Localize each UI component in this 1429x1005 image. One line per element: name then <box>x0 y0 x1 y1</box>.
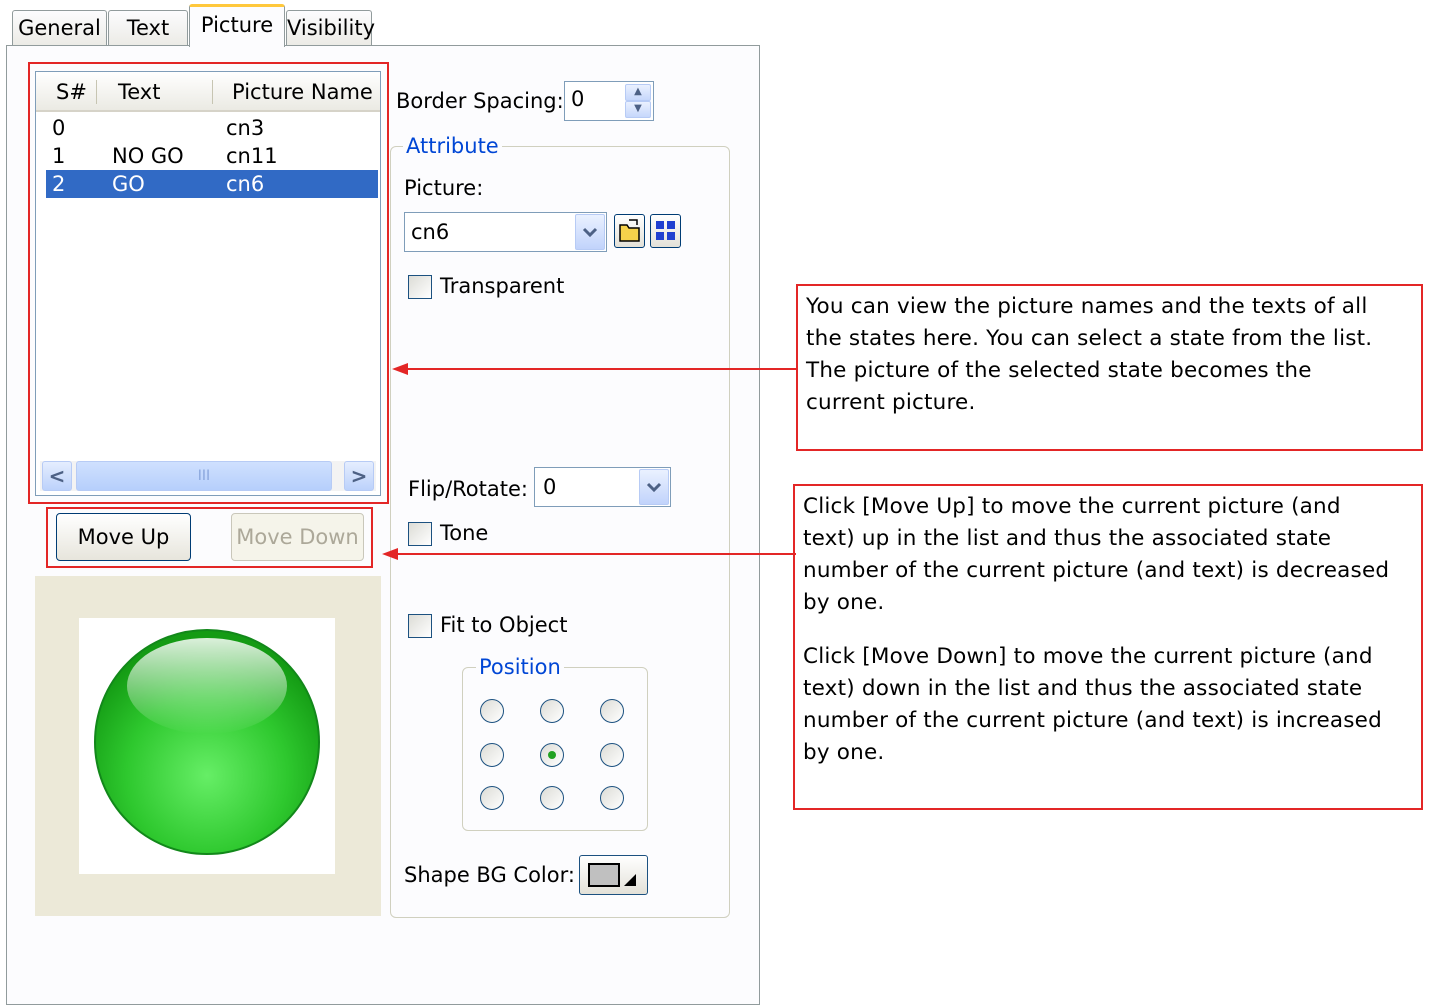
callout-line: by one. <box>803 740 885 765</box>
callout-line: by one. <box>803 590 885 615</box>
transparent-label: Transparent <box>440 274 565 298</box>
list-highlight-box <box>28 62 389 504</box>
position-group-title: Position <box>476 655 564 679</box>
tab-picture[interactable]: Picture <box>189 4 285 47</box>
position-radio-3[interactable] <box>600 699 624 723</box>
callout-line: Click [Move Down] to move the current pi… <box>803 644 1373 669</box>
callout-line: current picture. <box>806 390 976 415</box>
picture-preview <box>35 576 381 916</box>
tab-visibility[interactable]: Visibility <box>286 10 375 45</box>
border-spacing-label: Border Spacing: <box>396 89 564 113</box>
callout-line: the states here. You can select a state … <box>806 326 1373 351</box>
position-radio-8[interactable] <box>540 786 564 810</box>
spin-up-icon[interactable]: ▲ <box>625 84 651 101</box>
callout-line: The picture of the selected state become… <box>806 358 1312 383</box>
arrowhead-icon <box>382 548 398 560</box>
position-radio-1[interactable] <box>480 699 504 723</box>
fit-to-object-checkbox[interactable] <box>408 614 432 638</box>
chevron-down-icon[interactable] <box>575 214 605 250</box>
border-spacing-value[interactable]: 0 <box>571 87 584 111</box>
buttons-highlight-box <box>46 507 373 568</box>
callout-line: Click [Move Up] to move the current pict… <box>803 494 1341 519</box>
callout-arrows <box>382 363 796 560</box>
color-swatch-icon <box>588 863 636 887</box>
spin-down-icon[interactable]: ▼ <box>625 101 651 118</box>
folder-icon <box>619 219 640 242</box>
border-spacing-spinner[interactable]: 0 ▲ ▼ <box>564 81 654 121</box>
position-radio-6[interactable] <box>600 743 624 767</box>
callout-line: number of the current picture (and text)… <box>803 708 1382 733</box>
position-radio-2[interactable] <box>540 699 564 723</box>
picture-library-button[interactable] <box>650 214 681 248</box>
picture-label: Picture: <box>404 176 484 200</box>
tab-text[interactable]: Text <box>108 10 188 45</box>
position-radio-5[interactable] <box>540 743 564 767</box>
shape-bg-color-button[interactable] <box>579 855 648 895</box>
attribute-group-title: Attribute <box>403 134 502 158</box>
fit-to-object-label: Fit to Object <box>440 613 568 637</box>
grid-icon <box>656 221 675 240</box>
preview-canvas <box>79 618 335 874</box>
position-radio-9[interactable] <box>600 786 624 810</box>
callout-line: You can view the picture names and the t… <box>806 294 1368 319</box>
callout-line: text) up in the list and thus the associ… <box>803 526 1332 551</box>
move-buttons-callout: Click [Move Up] to move the current pict… <box>793 484 1423 810</box>
callout-line: number of the current picture (and text)… <box>803 558 1390 583</box>
callout-line: text) down in the list and thus the asso… <box>803 676 1363 701</box>
picture-select-value: cn6 <box>411 220 450 244</box>
arrowhead-icon <box>392 363 408 375</box>
open-picture-button[interactable] <box>614 214 645 248</box>
list-callout: You can view the picture names and the t… <box>796 284 1423 451</box>
tab-general[interactable]: General <box>12 10 107 45</box>
position-radio-4[interactable] <box>480 743 504 767</box>
green-ball-image <box>94 629 320 855</box>
picture-select[interactable]: cn6 <box>404 212 607 252</box>
shape-bg-color-label: Shape BG Color: <box>404 863 575 887</box>
transparent-checkbox[interactable] <box>408 275 432 299</box>
position-radio-7[interactable] <box>480 786 504 810</box>
